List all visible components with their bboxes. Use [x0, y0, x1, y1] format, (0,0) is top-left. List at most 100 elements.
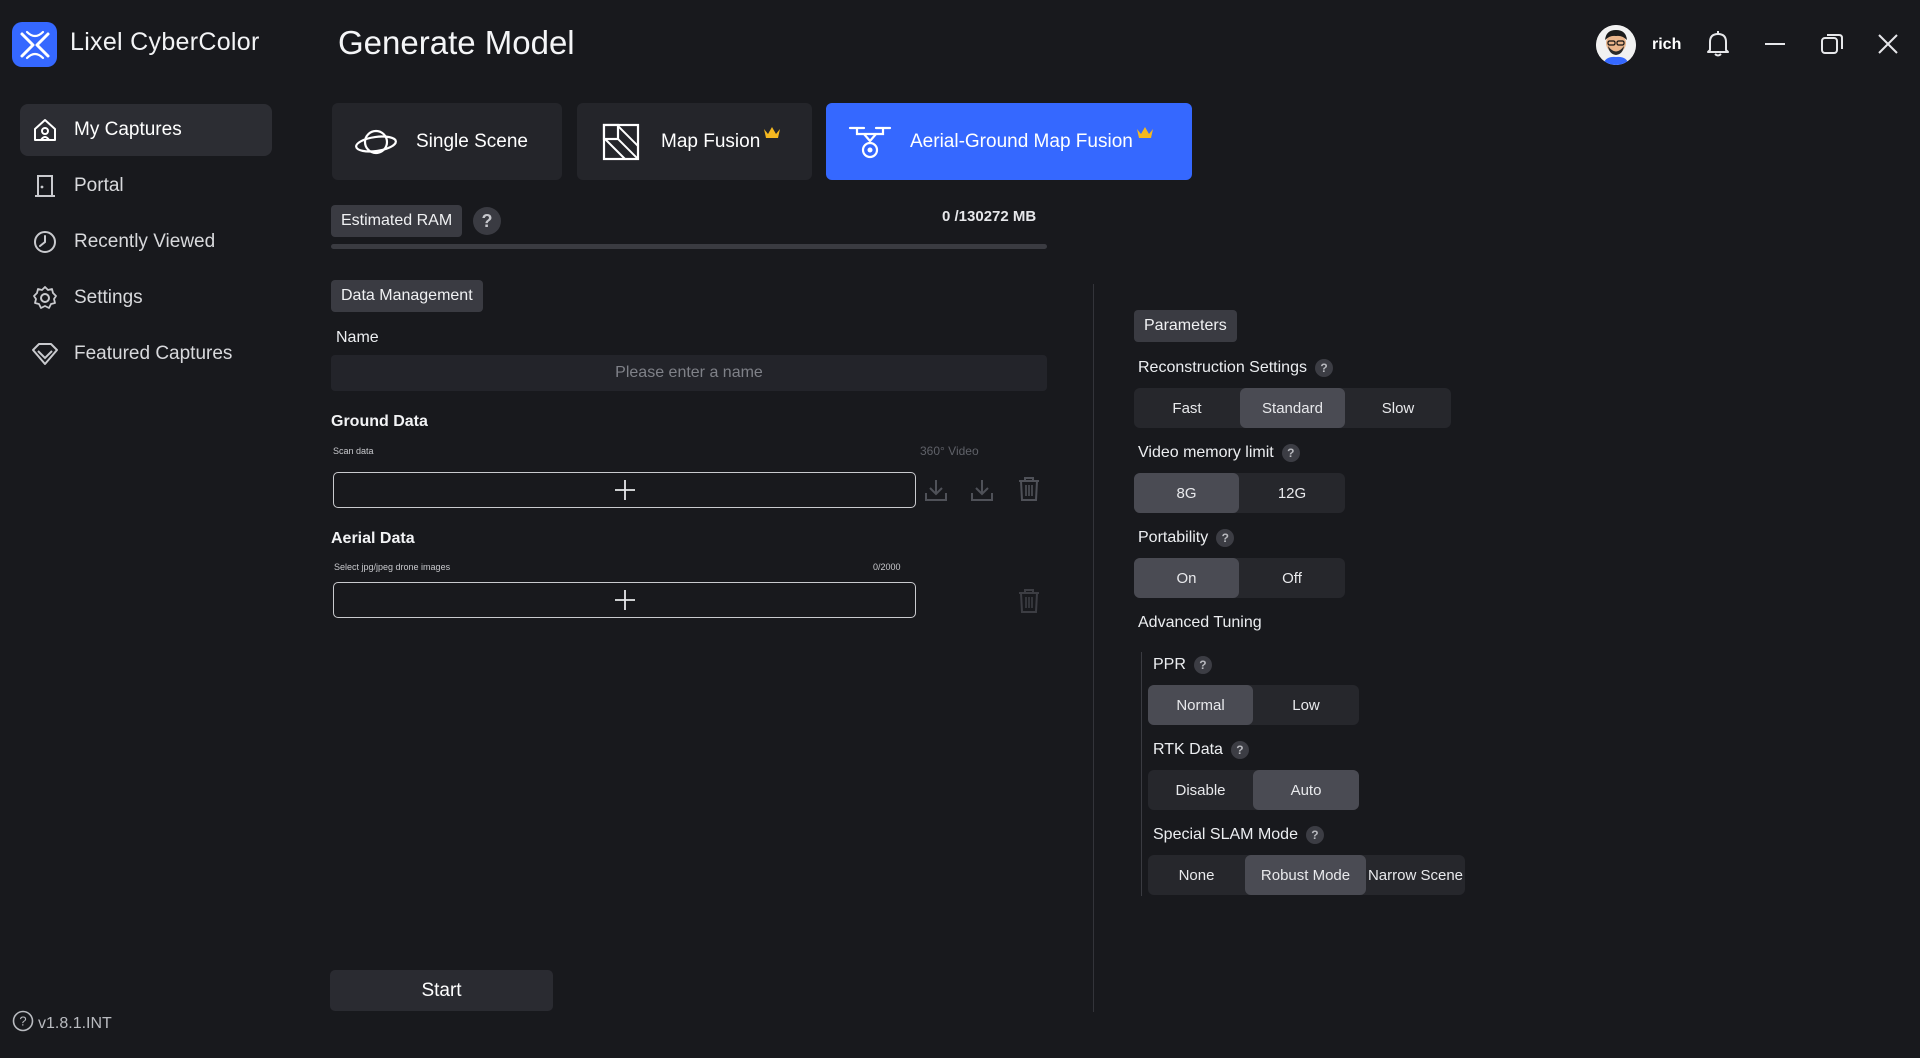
svg-text:?: ?	[19, 1014, 26, 1029]
ground-data-hint: Scan data	[333, 446, 374, 456]
app-logo	[12, 22, 57, 67]
reconstruction-option-standard[interactable]: Standard	[1240, 388, 1345, 428]
parameters-label: Parameters	[1134, 310, 1237, 342]
ppr-option-normal[interactable]: Normal	[1148, 685, 1253, 725]
map-fusion-icon	[597, 118, 645, 166]
advanced-tuning-label: Advanced Tuning	[1138, 614, 1262, 631]
sidebar-item-settings[interactable]: Settings	[20, 272, 272, 324]
drone-icon	[846, 118, 894, 166]
sidebar: Lixel CyberColor My Captures Portal Rece…	[0, 0, 300, 1058]
video-memory-text: Video memory limit	[1138, 444, 1274, 461]
crown-icon	[763, 126, 781, 145]
add-ground-data-button[interactable]	[333, 472, 916, 508]
tab-label: Map Fusion	[661, 130, 761, 152]
restore-icon	[1821, 34, 1843, 54]
ram-usage-text: 0 /130272 MB	[942, 208, 1037, 225]
reconstruction-option-fast[interactable]: Fast	[1134, 388, 1240, 428]
rtk-option-disable[interactable]: Disable	[1148, 770, 1253, 810]
app-name: Lixel CyberColor	[70, 28, 260, 56]
sidebar-item-label: Featured Captures	[74, 343, 233, 364]
video-memory-label: Video memory limit ?	[1138, 444, 1300, 462]
video-memory-option-12g[interactable]: 12G	[1239, 473, 1345, 513]
portability-option-on[interactable]: On	[1134, 558, 1239, 598]
portability-help-icon[interactable]: ?	[1216, 529, 1235, 547]
sidebar-item-recently-viewed[interactable]: Recently Viewed	[20, 216, 272, 268]
portability-label: Portability ?	[1138, 529, 1235, 547]
rtk-segmented: Disable Auto	[1148, 770, 1359, 810]
logo-icon	[20, 30, 49, 59]
reconstruction-settings-label: Reconstruction Settings ?	[1138, 359, 1333, 377]
reconstruction-settings-text: Reconstruction Settings	[1138, 359, 1307, 376]
version-info[interactable]: ? v1.8.1.INT	[12, 1010, 112, 1037]
ppr-help-icon[interactable]: ?	[1193, 656, 1212, 674]
sidebar-item-label: Settings	[74, 287, 143, 308]
delete-ground-data-button[interactable]	[1015, 475, 1043, 503]
bell-icon	[1707, 31, 1729, 57]
tab-single-scene[interactable]: Single Scene	[332, 103, 562, 180]
tab-aerial-ground-map-fusion[interactable]: Aerial-Ground Map Fusion	[826, 103, 1192, 180]
reconstruction-help-icon[interactable]: ?	[1314, 359, 1333, 377]
panel-divider	[1093, 284, 1094, 1012]
slam-option-none[interactable]: None	[1148, 855, 1245, 895]
ppr-label: PPR ?	[1153, 656, 1212, 674]
door-icon	[30, 171, 60, 201]
planet-icon	[352, 118, 400, 166]
name-label: Name	[336, 329, 379, 346]
start-button[interactable]: Start	[330, 970, 553, 1011]
slam-option-narrow-scene[interactable]: Narrow Scene	[1366, 855, 1465, 895]
portability-option-off[interactable]: Off	[1239, 558, 1345, 598]
delete-aerial-data-button[interactable]	[1015, 587, 1043, 615]
advanced-tuning-indent-line	[1141, 652, 1142, 896]
reconstruction-option-slow[interactable]: Slow	[1345, 388, 1451, 428]
trash-icon	[1019, 589, 1039, 613]
ram-progress-bar	[331, 244, 1047, 249]
ppr-option-low[interactable]: Low	[1253, 685, 1359, 725]
minimize-button[interactable]	[1758, 27, 1792, 61]
sidebar-item-label: Recently Viewed	[74, 231, 216, 252]
slam-help-icon[interactable]: ?	[1305, 826, 1324, 844]
home-icon	[30, 115, 60, 145]
reconstruction-segmented: Fast Standard Slow	[1134, 388, 1451, 428]
ground-data-title: Ground Data	[331, 413, 428, 430]
sidebar-item-portal[interactable]: Portal	[20, 160, 272, 212]
notification-button[interactable]	[1701, 27, 1735, 61]
download-icon	[971, 480, 993, 501]
rtk-data-text: RTK Data	[1153, 741, 1223, 758]
restore-button[interactable]	[1815, 27, 1849, 61]
slam-mode-text: Special SLAM Mode	[1153, 826, 1298, 843]
tab-label: Aerial-Ground Map Fusion	[910, 130, 1133, 152]
video-memory-help-icon[interactable]: ?	[1281, 444, 1300, 462]
diamond-icon	[30, 339, 60, 369]
ram-help-icon[interactable]: ?	[473, 207, 501, 235]
rtk-data-label: RTK Data ?	[1153, 741, 1249, 759]
rtk-help-icon[interactable]: ?	[1230, 741, 1249, 759]
video-360-label: 360° Video	[920, 444, 979, 458]
import-video-button[interactable]	[968, 476, 996, 504]
slam-option-robust-mode[interactable]: Robust Mode	[1245, 855, 1366, 895]
portability-text: Portability	[1138, 529, 1209, 546]
minimize-icon	[1765, 43, 1785, 45]
rtk-option-auto[interactable]: Auto	[1253, 770, 1359, 810]
version-label: v1.8.1.INT	[38, 1014, 112, 1032]
video-memory-option-8g[interactable]: 8G	[1134, 473, 1239, 513]
page-title: Generate Model	[338, 24, 575, 61]
aerial-data-hint: Select jpg/jpeg drone images	[334, 562, 451, 572]
data-management-label: Data Management	[331, 280, 483, 312]
close-button[interactable]	[1871, 27, 1905, 61]
plus-icon	[614, 480, 635, 500]
sidebar-item-label: Portal	[74, 175, 124, 196]
estimated-ram-label: Estimated RAM	[331, 205, 463, 237]
avatar[interactable]	[1596, 25, 1636, 65]
add-aerial-data-button[interactable]	[333, 582, 916, 618]
user-name[interactable]: rich	[1652, 36, 1681, 54]
tab-map-fusion[interactable]: Map Fusion	[577, 103, 812, 180]
name-input[interactable]	[331, 355, 1047, 391]
sidebar-item-featured-captures[interactable]: Featured Captures	[20, 328, 272, 380]
sidebar-item-my-captures[interactable]: My Captures	[20, 104, 272, 156]
sidebar-item-label: My Captures	[74, 119, 182, 140]
avatar-icon	[1596, 25, 1636, 65]
import-scan-button[interactable]	[922, 476, 950, 504]
close-icon	[1878, 34, 1898, 54]
plus-icon	[614, 590, 635, 610]
slam-mode-label: Special SLAM Mode ?	[1153, 826, 1324, 844]
